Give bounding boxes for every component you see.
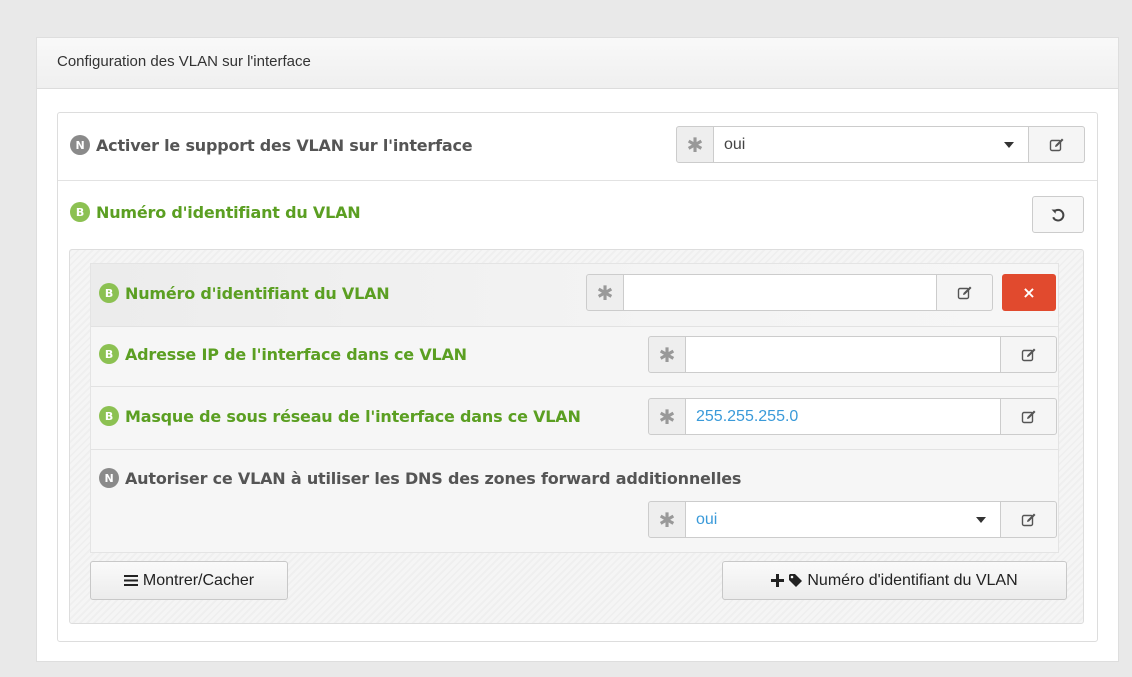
vlan-support-select[interactable]: oui [714,126,1029,163]
dns-forward-label: N Autoriser ce VLAN à utiliser les DNS d… [99,468,741,488]
divider [58,180,1097,181]
vlan-config-panel: Configuration des VLAN sur l'interface N… [36,37,1119,662]
undo-icon [1051,208,1065,221]
required-asterisk-icon: ✱ [648,501,686,538]
add-vlan-button[interactable]: Numéro d'identifiant du VLAN [722,561,1067,600]
divider [91,449,1058,450]
edit-button[interactable] [1029,126,1085,163]
panel-title: Configuration des VLAN sur l'interface [57,53,311,70]
form-panel: N Activer le support des VLAN sur l'inte… [57,112,1098,642]
vlan-support-select-group: ✱ oui [676,126,1085,163]
mode-badge-n: N [99,468,119,488]
vlan-id-row: B Numéro d'identifiant du VLAN ✱ × [91,264,1058,326]
caret-down-icon [976,516,986,523]
toggle-visibility-button[interactable]: Montrer/Cacher [90,561,288,600]
vlan-id-input-group: ✱ [586,274,993,311]
plus-icon [771,574,785,587]
netmask-label: B Masque de sous réseau de l'interface d… [99,406,581,426]
edit-button[interactable] [937,274,993,311]
divider [91,386,1058,387]
mode-badge-b: B [70,202,90,222]
bars-icon [123,574,139,587]
tag-icon [788,573,803,588]
panel-header: Configuration des VLAN sur l'interface [37,38,1118,89]
edit-icon [1021,410,1035,423]
edit-icon [1021,348,1035,361]
edit-button[interactable] [1001,398,1057,435]
dns-forward-select-group: ✱ oui [648,501,1057,538]
vlan-group-label-text: Numéro d'identifiant du VLAN [96,202,361,222]
ip-address-label-text: Adresse IP de l'interface dans ce VLAN [125,344,467,364]
edit-button[interactable] [1001,501,1057,538]
required-asterisk-icon: ✱ [648,336,686,373]
dns-forward-select[interactable]: oui [686,501,1001,538]
vlan-support-label-text: Activer le support des VLAN sur l'interf… [96,135,473,155]
mode-badge-b: B [99,283,119,303]
vlan-id-label-text: Numéro d'identifiant du VLAN [125,283,390,303]
netmask-input-group: ✱ 255.255.255.0 [648,398,1057,435]
ip-address-input[interactable] [686,336,1001,373]
vlan-support-select-value: oui [724,135,746,153]
dns-forward-label-text: Autoriser ce VLAN à utiliser les DNS des… [125,468,742,488]
netmask-input-value: 255.255.255.0 [696,407,799,425]
required-asterisk-icon: ✱ [648,398,686,435]
ip-address-input-group: ✱ [648,336,1057,373]
caret-down-icon [1004,141,1014,148]
mode-badge-b: B [99,406,119,426]
vlan-id-label: B Numéro d'identifiant du VLAN [99,283,390,303]
dns-forward-select-value: oui [696,510,718,528]
vlan-group-container: B Numéro d'identifiant du VLAN ✱ × B Adr… [69,249,1084,624]
mode-badge-n: N [70,135,90,155]
delete-button[interactable]: × [1002,274,1056,311]
required-asterisk-icon: ✱ [586,274,624,311]
edit-icon [957,286,971,299]
vlan-id-input[interactable] [624,274,937,311]
divider [91,326,1058,327]
close-icon: × [1022,283,1036,302]
ip-address-label: B Adresse IP de l'interface dans ce VLAN [99,344,467,364]
netmask-input[interactable]: 255.255.255.0 [686,398,1001,435]
edit-button[interactable] [1001,336,1057,373]
required-asterisk-icon: ✱ [676,126,714,163]
vlan-support-label: N Activer le support des VLAN sur l'inte… [70,135,473,155]
reset-button[interactable] [1032,196,1084,233]
toggle-visibility-label: Montrer/Cacher [142,571,255,589]
edit-icon [1049,138,1063,151]
vlan-entry: B Numéro d'identifiant du VLAN ✱ × B Adr… [90,263,1059,553]
add-vlan-label: Numéro d'identifiant du VLAN [807,571,1018,589]
mode-badge-b: B [99,344,119,364]
edit-icon [1021,513,1035,526]
vlan-group-header: B Numéro d'identifiant du VLAN [70,202,361,222]
netmask-label-text: Masque de sous réseau de l'interface dan… [125,406,581,426]
